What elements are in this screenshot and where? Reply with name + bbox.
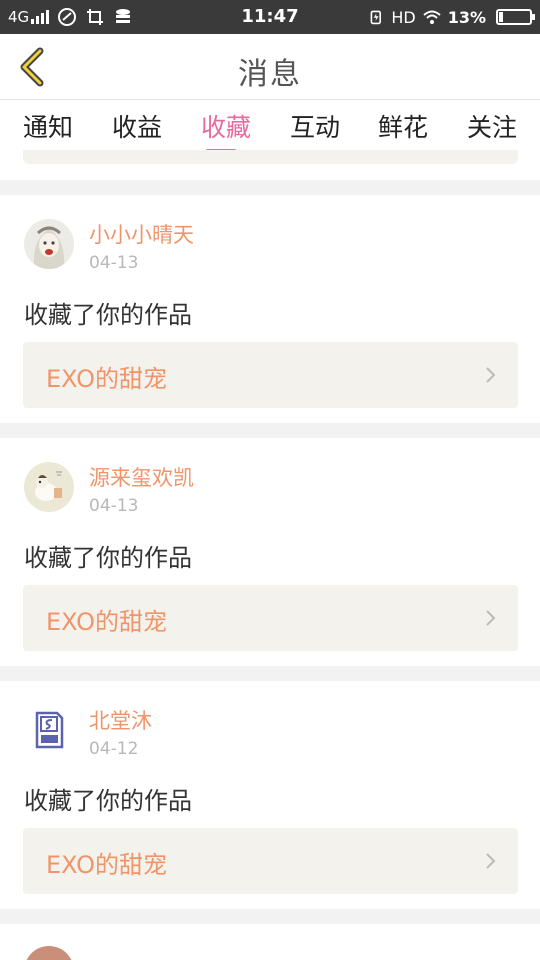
chevron-right-icon bbox=[486, 853, 496, 869]
message-action: 收藏了你的作品 bbox=[24, 787, 192, 815]
tab-earnings[interactable]: 收益 bbox=[102, 108, 172, 144]
previous-work-box[interactable] bbox=[23, 150, 518, 164]
work-title: EXO的甜宠 bbox=[46, 365, 167, 393]
chevron-right-icon bbox=[486, 367, 496, 383]
work-link[interactable]: EXO的甜宠 bbox=[23, 585, 518, 651]
tab-interactions[interactable]: 互动 bbox=[280, 108, 350, 144]
previous-message-card bbox=[0, 150, 540, 180]
header: 消息 bbox=[0, 34, 540, 100]
next-message-card bbox=[0, 924, 540, 960]
avatar[interactable] bbox=[24, 946, 74, 960]
message-action: 收藏了你的作品 bbox=[24, 301, 192, 329]
page-title: 消息 bbox=[238, 57, 302, 92]
message-date: 04-13 bbox=[89, 253, 139, 273]
tab-following[interactable]: 关注 bbox=[457, 108, 527, 144]
work-link[interactable]: EXO的甜宠 bbox=[23, 342, 518, 408]
chevron-right-icon bbox=[486, 610, 496, 626]
work-title: EXO的甜宠 bbox=[46, 851, 167, 879]
hd-indicator: HD bbox=[391, 7, 416, 27]
username[interactable]: 源来玺欢凯 bbox=[89, 462, 194, 492]
tab-favorites[interactable]: 收藏 bbox=[191, 108, 261, 152]
battery-percent: 13% bbox=[447, 7, 486, 27]
status-bar: 4G 11:47 HD 13% bbox=[0, 0, 540, 34]
avatar[interactable] bbox=[24, 219, 74, 269]
message-date: 04-12 bbox=[89, 739, 139, 759]
username[interactable]: 北堂沐 bbox=[89, 705, 152, 735]
message-card: 源来玺欢凯 04-13 收藏了你的作品 EXO的甜宠 bbox=[0, 438, 540, 666]
tab-notifications[interactable]: 通知 bbox=[13, 108, 83, 144]
work-link[interactable]: EXO的甜宠 bbox=[23, 828, 518, 894]
message-date: 04-13 bbox=[89, 496, 139, 516]
avatar[interactable] bbox=[24, 462, 74, 512]
tab-flowers[interactable]: 鲜花 bbox=[368, 108, 438, 144]
message-action: 收藏了你的作品 bbox=[24, 544, 192, 572]
avatar[interactable] bbox=[24, 705, 74, 755]
username[interactable]: 小小小晴天 bbox=[89, 219, 194, 249]
work-title: EXO的甜宠 bbox=[46, 608, 167, 636]
wifi-icon bbox=[423, 10, 441, 24]
status-right: HD 13% bbox=[369, 7, 535, 27]
tab-favorites-label: 收藏 bbox=[200, 113, 251, 142]
message-card: 小小小晴天 04-13 收藏了你的作品 EXO的甜宠 bbox=[0, 195, 540, 423]
charging-icon bbox=[370, 10, 382, 25]
message-card: 北堂沐 04-12 收藏了你的作品 EXO的甜宠 bbox=[0, 681, 540, 909]
battery-icon bbox=[496, 9, 535, 25]
